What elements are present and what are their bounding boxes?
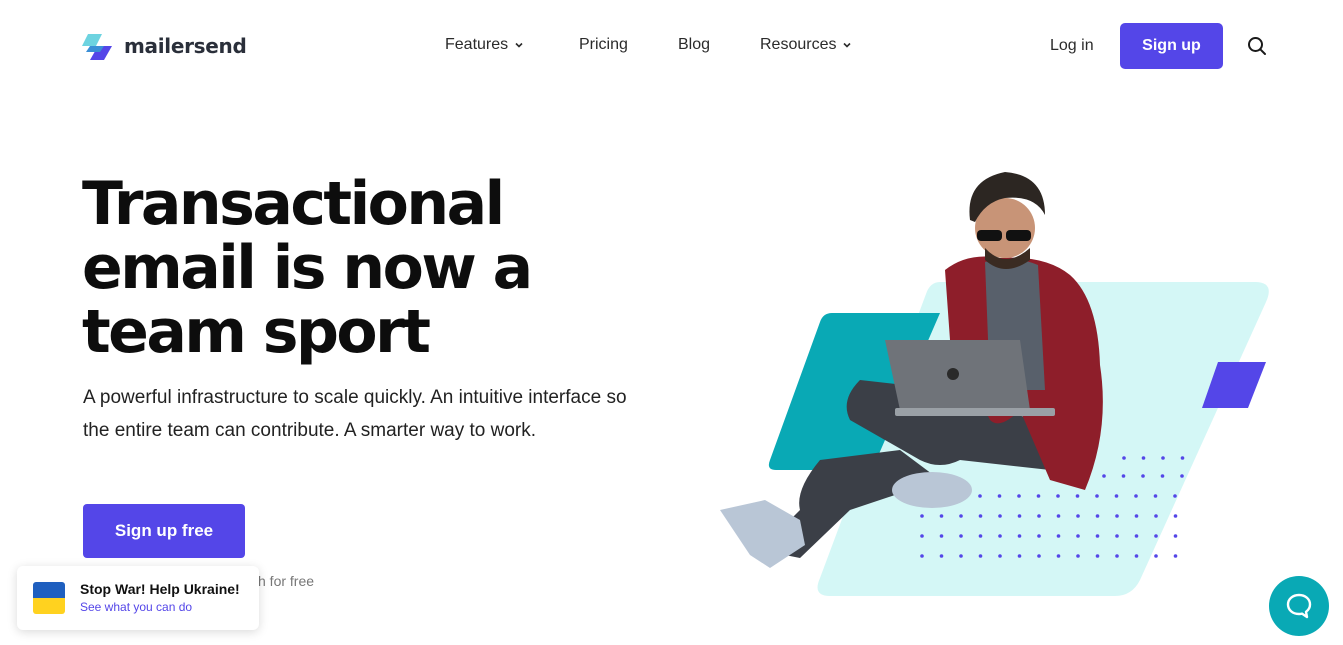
decor-dot	[959, 554, 963, 558]
decor-dot	[1121, 474, 1126, 478]
decor-dot	[1076, 514, 1080, 518]
decor-dot	[939, 514, 944, 518]
decor-dot	[1102, 474, 1106, 478]
decor-dot	[959, 514, 963, 518]
decor-dot	[1154, 514, 1158, 518]
nav-blog[interactable]: Blog	[678, 36, 710, 54]
decor-dot	[1134, 554, 1139, 558]
decor-dot	[978, 514, 983, 518]
decor-dot	[1141, 474, 1145, 478]
decor-dot	[920, 554, 924, 558]
nav-blog-label: Blog	[678, 36, 711, 53]
mailersend-logo-icon	[82, 34, 112, 60]
decor-dot	[1095, 534, 1100, 538]
decor-dot	[1056, 554, 1061, 558]
hero-title: Transactional email is now a team sport	[82, 169, 533, 367]
decor-dot	[1076, 534, 1080, 538]
decor-dot	[1056, 514, 1061, 518]
nav-pricing-label: Pricing	[579, 36, 628, 53]
ukraine-toast[interactable]: Stop War! Help Ukraine! See what you can…	[17, 566, 259, 630]
decor-dot	[920, 534, 924, 538]
nav-resources-label: Resources	[760, 36, 837, 53]
nav-features-label: Features	[445, 36, 509, 53]
decor-dot	[1036, 494, 1041, 498]
decor-dot	[1173, 554, 1178, 558]
decor-dot	[939, 554, 944, 558]
decor-dot	[1173, 534, 1178, 538]
brand-name: mailersend	[124, 34, 247, 58]
hero-subtitle: A powerful infrastructure to scale quick…	[83, 387, 627, 441]
decor-dot	[1076, 554, 1080, 558]
launch-note: h for free	[258, 573, 315, 589]
decor-dot	[1154, 534, 1158, 538]
decor-dot	[1095, 554, 1100, 558]
toast-title: Stop War! Help Ukraine!	[80, 581, 240, 597]
decor-dot	[1095, 514, 1100, 518]
nav-pricing[interactable]: Pricing	[579, 36, 628, 54]
decor-dot	[1122, 456, 1126, 460]
decor-dot	[1017, 534, 1022, 538]
signup-free-button[interactable]: Sign up free	[83, 504, 245, 558]
decor-dot	[1153, 494, 1158, 498]
hero-illustration	[720, 172, 1269, 596]
decor-dot	[978, 534, 983, 538]
chevron-down-icon	[843, 42, 852, 48]
decor-dot	[1134, 534, 1139, 538]
decor-dot	[978, 554, 983, 558]
decor-dot	[998, 514, 1002, 518]
decor-dot	[1017, 514, 1022, 518]
decor-dot	[998, 534, 1002, 538]
decor-dot	[1180, 474, 1184, 478]
decor-dot	[1115, 534, 1119, 538]
decor-dot	[1173, 514, 1178, 518]
chevron-down-icon	[515, 42, 523, 48]
decor-dot	[1134, 494, 1138, 498]
decor-dot	[1056, 534, 1061, 538]
decor-dot	[1075, 494, 1080, 498]
decor-dot	[1180, 456, 1185, 460]
decor-dot	[1141, 456, 1146, 460]
signup-button[interactable]: Sign up	[1120, 23, 1223, 69]
decor-dot	[1134, 514, 1139, 518]
decor-dot	[998, 554, 1002, 558]
search-icon[interactable]	[1247, 36, 1267, 56]
decor-dot	[1115, 554, 1119, 558]
decor-dot	[1173, 494, 1177, 498]
decor-dot	[920, 514, 924, 518]
decor-dot	[1037, 514, 1041, 518]
login-link[interactable]: Log in	[1050, 37, 1094, 55]
decor-dot	[1114, 494, 1119, 498]
decor-dot	[1095, 494, 1099, 498]
decor-dot	[959, 534, 963, 538]
decor-dot	[1160, 474, 1165, 478]
decor-dot	[1037, 534, 1041, 538]
brand-logo[interactable]: mailersend	[82, 30, 247, 62]
decor-dot	[1017, 494, 1021, 498]
decor-dot	[939, 534, 944, 538]
decor-dot	[1037, 554, 1041, 558]
chat-bubble-icon	[1286, 593, 1312, 619]
decor-dot	[997, 494, 1002, 498]
decor-dot	[1115, 514, 1119, 518]
decor-dot	[1056, 494, 1060, 498]
toast-link[interactable]: See what you can do	[80, 600, 192, 614]
decor-dot	[1154, 554, 1158, 558]
decor-dot	[1161, 456, 1165, 460]
decor-dot	[978, 494, 982, 498]
ukraine-flag-icon	[33, 582, 65, 614]
chat-button[interactable]	[1269, 576, 1329, 636]
nav-resources[interactable]: Resources	[760, 36, 852, 54]
site-header: mailersend Features Pricing Blog Resourc…	[0, 0, 1343, 92]
decor-dot	[1017, 554, 1022, 558]
nav-features[interactable]: Features	[445, 36, 524, 54]
